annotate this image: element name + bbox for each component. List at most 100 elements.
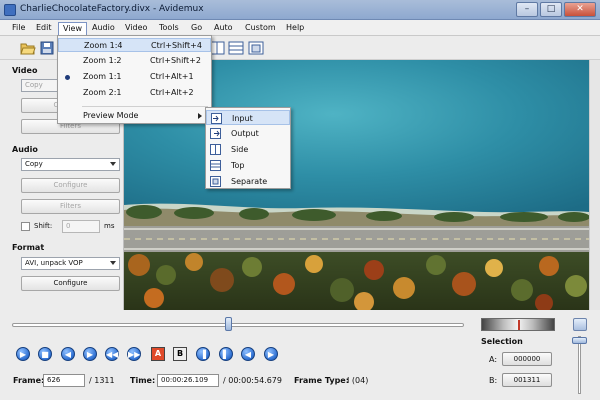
menu-item-shortcut: Ctrl+Shift+2 bbox=[150, 56, 201, 65]
audio-shift-label: Shift: bbox=[34, 222, 53, 230]
skip-forward-icon: ▶ bbox=[267, 350, 275, 359]
menu-help[interactable]: Help bbox=[282, 22, 308, 35]
submenu-item-separate[interactable]: Separate bbox=[206, 174, 290, 189]
menu-item-shortcut: Ctrl+Alt+1 bbox=[150, 72, 194, 81]
skip-back-icon: ◀ bbox=[244, 350, 252, 359]
radio-check-icon bbox=[65, 75, 70, 80]
frame-type-value: I (04) bbox=[347, 376, 369, 385]
next-frame-button[interactable]: ▶ bbox=[83, 347, 97, 361]
submenu-item-label: Side bbox=[231, 145, 249, 154]
volume-slider-thumb[interactable] bbox=[572, 337, 587, 344]
audio-shift-checkbox[interactable] bbox=[21, 222, 30, 231]
previous-keyframe-button[interactable]: ◀◀ bbox=[105, 347, 119, 361]
audio-codec-select[interactable]: Copy bbox=[21, 158, 120, 171]
submenu-item-side[interactable]: Side bbox=[206, 142, 290, 157]
view-menu: Zoom 1:4 Ctrl+Shift+4 Zoom 1:2 Ctrl+Shif… bbox=[57, 35, 212, 124]
layout-top-icon[interactable] bbox=[228, 40, 244, 56]
audio-filters-button[interactable]: Filters bbox=[21, 199, 120, 214]
video-codec-value: Copy bbox=[25, 81, 43, 89]
submenu-item-label: Input bbox=[232, 114, 253, 123]
menu-item-label: Preview Mode bbox=[83, 111, 139, 120]
chevron-down-icon bbox=[110, 261, 116, 265]
format-container-value: AVI, unpack VOP bbox=[25, 259, 83, 267]
menu-view[interactable]: View bbox=[58, 22, 87, 35]
previous-black-frame-button[interactable]: ◀ bbox=[241, 347, 255, 361]
video-section-label: Video bbox=[12, 66, 38, 75]
jog-shuttle[interactable] bbox=[481, 318, 555, 331]
menu-item-shortcut: Ctrl+Shift+4 bbox=[151, 41, 202, 50]
volume-slider[interactable] bbox=[578, 336, 581, 394]
menu-item-label: Zoom 1:1 bbox=[83, 72, 122, 81]
set-marker-a-button[interactable]: A bbox=[151, 347, 165, 361]
side-layout-icon bbox=[210, 144, 221, 155]
set-marker-b-button[interactable]: B bbox=[173, 347, 187, 361]
go-to-marker-a-button[interactable]: ▐ bbox=[196, 347, 210, 361]
menu-custom[interactable]: Custom bbox=[241, 22, 280, 35]
frame-input[interactable]: 626 bbox=[43, 374, 85, 387]
next-keyframe-button[interactable]: ▶▶ bbox=[127, 347, 141, 361]
menu-file[interactable]: File bbox=[8, 22, 29, 35]
audio-shift-input[interactable]: 0 bbox=[62, 220, 100, 233]
minimize-button[interactable]: – bbox=[516, 2, 538, 17]
frame-total: / 1311 bbox=[89, 376, 115, 385]
top-layout-icon bbox=[210, 160, 221, 171]
menu-item-zoom-2-1[interactable]: Zoom 2:1 Ctrl+Alt+2 bbox=[58, 86, 211, 100]
menu-video[interactable]: Audio bbox=[88, 22, 119, 35]
submenu-item-input[interactable]: Input bbox=[206, 110, 290, 125]
frame-label: Frame: bbox=[13, 376, 45, 385]
format-container-select[interactable]: AVI, unpack VOP bbox=[21, 257, 120, 270]
time-total: / 00:00:54.679 bbox=[223, 376, 282, 385]
submenu-item-top[interactable]: Top bbox=[206, 158, 290, 173]
input-icon bbox=[211, 113, 222, 124]
preview-mode-submenu: Input Output Side Top Separate bbox=[205, 107, 291, 189]
submenu-item-label: Separate bbox=[231, 177, 268, 186]
submenu-item-label: Top bbox=[231, 161, 245, 170]
selection-a-label: A: bbox=[489, 355, 498, 364]
time-input[interactable]: 00:00:26.109 bbox=[157, 374, 219, 387]
menu-auto[interactable]: Auto bbox=[210, 22, 237, 35]
chevron-down-icon bbox=[110, 162, 116, 166]
format-configure-button[interactable]: Configure bbox=[21, 276, 120, 291]
audio-configure-button[interactable]: Configure bbox=[21, 178, 120, 193]
volume-icon[interactable] bbox=[573, 318, 587, 331]
seek-slider[interactable] bbox=[12, 323, 464, 327]
open-folder-icon[interactable] bbox=[20, 40, 36, 56]
submenu-item-output[interactable]: Output bbox=[206, 126, 290, 141]
play-button[interactable]: ▶ bbox=[16, 347, 30, 361]
save-icon[interactable] bbox=[39, 40, 55, 56]
selection-b-label: B: bbox=[489, 376, 498, 385]
selection-b-button[interactable]: 001311 bbox=[502, 373, 552, 387]
previous-frame-button[interactable]: ◀ bbox=[61, 347, 75, 361]
fast-forward-icon: ▶▶ bbox=[128, 350, 141, 359]
window-title: CharlieChocolateFactory.divx - Avidemux bbox=[20, 4, 204, 14]
menu-item-label: Zoom 1:4 bbox=[84, 41, 123, 50]
stop-button[interactable]: ■ bbox=[38, 347, 52, 361]
menu-item-zoom-1-4[interactable]: Zoom 1:4 Ctrl+Shift+4 bbox=[58, 38, 211, 52]
maximize-button[interactable]: □ bbox=[540, 2, 562, 17]
menu-item-shortcut: Ctrl+Alt+2 bbox=[150, 88, 194, 97]
rewind-icon: ◀◀ bbox=[106, 350, 119, 359]
menu-edit[interactable]: Edit bbox=[32, 22, 56, 35]
menu-audio[interactable]: Video bbox=[121, 22, 151, 35]
menu-item-zoom-1-1[interactable]: Zoom 1:1 Ctrl+Alt+1 bbox=[58, 70, 211, 84]
time-label: Time: bbox=[130, 376, 156, 385]
menu-item-preview-mode[interactable]: Preview Mode bbox=[58, 109, 211, 123]
close-button[interactable]: ✕ bbox=[564, 2, 596, 17]
frame-type-label: Frame Type: bbox=[294, 376, 349, 385]
format-section-label: Format bbox=[12, 243, 45, 252]
menu-bar: File Edit View Audio Video Tools Go Auto… bbox=[0, 20, 600, 36]
menu-go[interactable]: Go bbox=[187, 22, 206, 35]
audio-shift-unit: ms bbox=[104, 222, 115, 230]
next-black-frame-button[interactable]: ▶ bbox=[264, 347, 278, 361]
go-to-marker-b-button[interactable]: ▌ bbox=[219, 347, 233, 361]
menu-tools[interactable]: Tools bbox=[155, 22, 183, 35]
separate-layout-icon bbox=[210, 176, 221, 187]
vertical-scrollbar[interactable] bbox=[589, 60, 600, 310]
menu-separator bbox=[82, 106, 208, 107]
selection-a-button[interactable]: 000000 bbox=[502, 352, 552, 366]
seek-slider-thumb[interactable] bbox=[225, 317, 233, 331]
layout-separate-icon[interactable] bbox=[248, 40, 264, 56]
marker-a-icon: ▐ bbox=[199, 350, 207, 359]
submenu-item-label: Output bbox=[231, 129, 259, 138]
menu-item-zoom-1-2[interactable]: Zoom 1:2 Ctrl+Shift+2 bbox=[58, 54, 211, 68]
